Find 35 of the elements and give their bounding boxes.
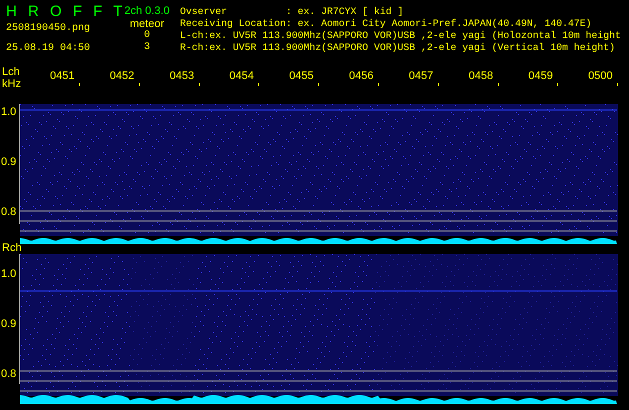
meteor-count: 3: [144, 42, 150, 54]
axis-label: 1.0: [1, 268, 16, 280]
time-label: 0458: [468, 70, 494, 82]
time-label: 0454: [229, 70, 254, 82]
axis-label: 0.8: [1, 206, 16, 218]
time-label: 0500: [588, 70, 613, 82]
time-label: 0459: [528, 70, 553, 82]
info-line: Ovserver : ex. JR7CYX [ kid ]: [180, 6, 404, 18]
time-label: 0457: [408, 70, 434, 82]
meteor-label: meteor: [130, 18, 164, 30]
info-line: R-ch:ex. UV5R 113.900Mhz(SAPPORO VOR)USB ,2-ele yagi (Vertical 10m height): [180, 42, 616, 54]
tick-mark: [138, 83, 140, 86]
time-label: 0453: [170, 70, 194, 82]
time-label: 0456: [349, 70, 374, 82]
axis-label: 0.9: [1, 156, 16, 168]
info-line: Receiving Location: ex. Aomori City Aomori-Pref.JAPAN(40.49N, 140.47E): [180, 18, 593, 30]
unit-label: kHz: [2, 78, 21, 90]
time-label: 0455: [289, 70, 314, 82]
meteor-count: 0: [144, 30, 150, 42]
file-name: 2508190450.png: [6, 23, 92, 35]
axis-label: 0.8: [1, 368, 16, 380]
tick-mark: [378, 83, 379, 86]
axis-label: 1.0: [1, 106, 16, 118]
time-label: 0451: [50, 70, 74, 82]
version-label: 2ch 0.3.0: [124, 4, 170, 18]
date-time: 25.08.19 04:50: [6, 43, 92, 55]
info-line: L-ch:ex. UV5R 113.900Mhz(SAPPORO VOR)USB ,2-ele yagi (Holozontal 10m height: [180, 30, 621, 42]
channel-label: Lch: [2, 66, 20, 78]
tick-mark: [79, 83, 80, 86]
tick-mark: [318, 83, 320, 86]
channel-label: Rch: [2, 242, 22, 254]
time-label: 0452: [110, 70, 134, 82]
tick-mark: [617, 83, 618, 86]
axis-label: 0.9: [1, 318, 16, 330]
tick-mark: [438, 83, 439, 86]
